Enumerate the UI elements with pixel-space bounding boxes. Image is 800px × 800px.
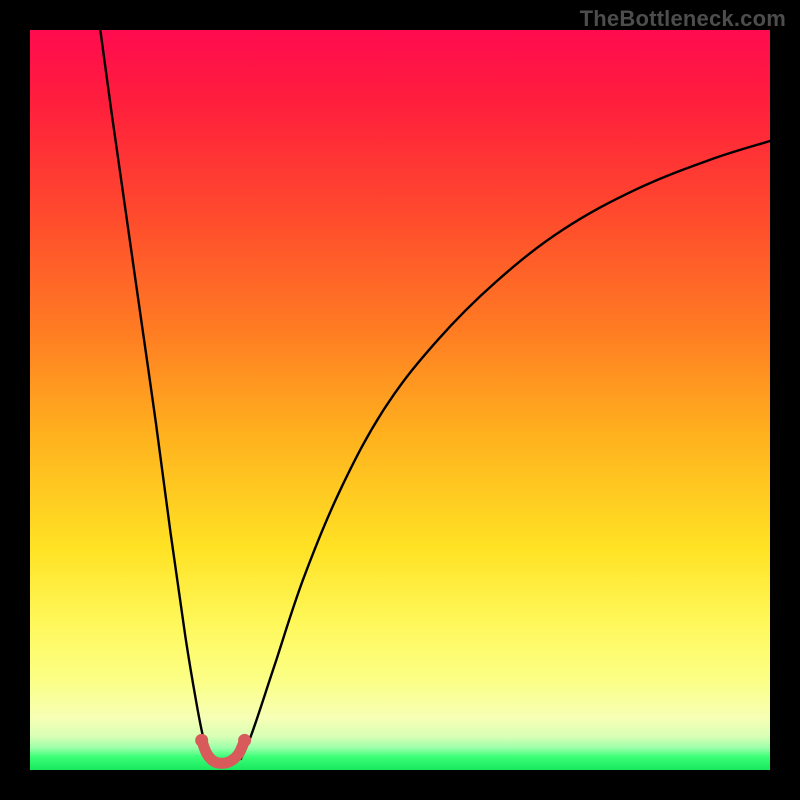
chart-svg xyxy=(30,30,770,770)
trough-marker xyxy=(195,734,251,763)
watermark-text: TheBottleneck.com xyxy=(580,6,786,32)
curve-left-branch xyxy=(100,30,210,759)
curve-right-branch xyxy=(241,141,770,759)
chart-frame: TheBottleneck.com xyxy=(0,0,800,800)
plot-area xyxy=(30,30,770,770)
